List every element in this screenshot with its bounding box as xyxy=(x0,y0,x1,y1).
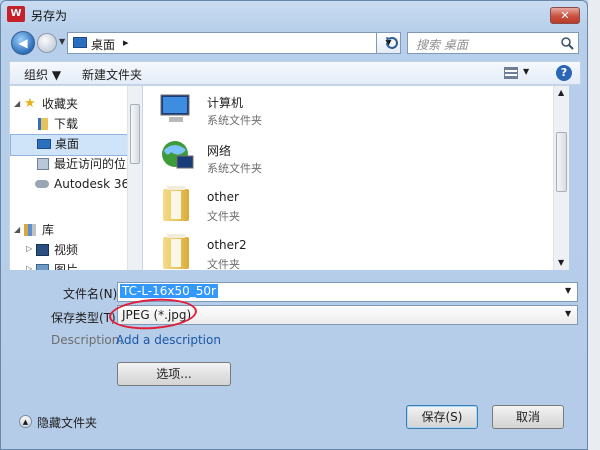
folder-icon xyxy=(163,234,189,269)
file-list-scrollbar[interactable]: ▲ ▼ xyxy=(553,86,569,270)
sidebar-item-pictures[interactable]: 图片 xyxy=(10,260,142,270)
list-item[interactable]: other2 文件夹 xyxy=(153,234,453,270)
filename-field[interactable]: TC-L-16x50_50r ▼ xyxy=(117,282,578,302)
list-item[interactable]: other 文件夹 xyxy=(153,186,453,226)
new-folder-button[interactable]: 新建文件夹 xyxy=(82,66,142,83)
library-icon xyxy=(24,224,36,236)
sidebar-scrollbar[interactable] xyxy=(127,86,142,270)
window-title: 另存为 xyxy=(31,9,68,23)
options-button[interactable]: 选项... xyxy=(117,362,231,386)
file-name: 计算机 xyxy=(207,96,244,110)
scroll-up-icon[interactable]: ▲ xyxy=(558,88,564,97)
star-icon: ★ xyxy=(24,96,36,111)
history-dropdown-icon[interactable]: ▼ xyxy=(59,37,65,46)
sidebar-scroll-thumb[interactable] xyxy=(130,104,140,164)
address-bar[interactable]: 桌面 ▸ xyxy=(67,32,377,54)
search-box[interactable]: 搜索 桌面 xyxy=(407,32,579,54)
list-item[interactable]: 计算机 系统文件夹 xyxy=(153,90,453,130)
sidebar-item-label: 桌面 xyxy=(55,137,80,151)
sidebar-item-label: 最近访问的位置 xyxy=(54,157,139,171)
file-name: other xyxy=(207,190,239,204)
file-name: 网络 xyxy=(207,144,232,158)
navigation-pane: ◢ ★ 收藏夹 下载 桌面 最近访问的位置 Autodesk 360 ◢ 库 ▷ xyxy=(9,85,142,270)
sidebar-item-label: 收藏夹 xyxy=(42,97,79,111)
sidebar-item-autodesk[interactable]: Autodesk 360 xyxy=(10,174,142,194)
view-dropdown-icon[interactable]: ▼ xyxy=(523,67,529,76)
scroll-down-icon[interactable]: ▼ xyxy=(558,258,564,267)
refresh-icon xyxy=(386,37,398,49)
file-list: 计算机 系统文件夹 网络 系统文件夹 other 文件夹 other2 文件夹 … xyxy=(142,85,569,270)
sidebar-item-label: 库 xyxy=(42,223,55,237)
file-type: 文件夹 xyxy=(207,258,240,270)
help-icon[interactable]: ? xyxy=(556,65,572,81)
filename-dropdown-icon[interactable]: ▼ xyxy=(565,286,571,295)
filename-value[interactable]: TC-L-16x50_50r xyxy=(120,284,218,298)
sidebar-item-label: Autodesk 360 xyxy=(54,177,137,191)
organize-button[interactable]: 组织 ▼ xyxy=(24,66,61,83)
background-strip xyxy=(588,0,600,450)
filename-label: 文件名(N): xyxy=(63,287,122,301)
folder-icon xyxy=(163,186,189,221)
recent-places-icon xyxy=(37,158,49,170)
file-name: other2 xyxy=(207,238,247,252)
forward-button[interactable] xyxy=(37,33,57,53)
list-item[interactable]: 网络 系统文件夹 xyxy=(153,138,453,178)
sidebar-item-videos[interactable]: 视频 xyxy=(10,240,142,260)
view-options-icon[interactable] xyxy=(504,67,518,79)
hide-folders-toggle[interactable]: ▲ 隐藏文件夹 xyxy=(19,413,119,431)
sidebar-item-label: 视频 xyxy=(54,243,79,257)
filetype-dropdown-icon[interactable]: ▼ xyxy=(565,309,571,318)
desktop-icon xyxy=(73,37,87,48)
video-icon xyxy=(36,244,49,256)
back-button[interactable]: ◀ xyxy=(11,31,35,55)
hide-folders-label: 隐藏文件夹 xyxy=(37,416,98,430)
sidebar-item-library[interactable]: 库 xyxy=(10,220,142,240)
picture-icon xyxy=(36,264,49,270)
file-type: 文件夹 xyxy=(207,210,240,223)
collapse-arrow-icon: ▲ xyxy=(19,415,32,428)
sidebar-item-label: 下载 xyxy=(54,117,79,131)
close-button[interactable]: ✕ xyxy=(550,7,580,24)
search-input[interactable]: 搜索 桌面 xyxy=(416,36,468,53)
download-folder-icon xyxy=(38,118,48,130)
search-icon[interactable] xyxy=(560,36,574,50)
add-description-link[interactable]: Add a description xyxy=(116,333,221,347)
app-icon: W xyxy=(7,6,25,22)
sidebar-item-desktop[interactable]: 桌面 xyxy=(10,134,142,156)
file-type: 系统文件夹 xyxy=(207,162,262,175)
address-path-current[interactable]: 桌面 xyxy=(91,36,115,53)
sidebar-item-label: 图片 xyxy=(54,263,79,270)
save-button[interactable]: 保存(S) xyxy=(406,405,478,429)
title-bar: W 另存为 ✕ xyxy=(1,1,589,27)
file-list-scroll-thumb[interactable] xyxy=(556,132,567,192)
sidebar-item-favorites[interactable]: ★ 收藏夹 xyxy=(10,94,142,114)
network-icon xyxy=(162,141,194,169)
computer-icon xyxy=(160,94,190,122)
sidebar-item-downloads[interactable]: 下载 xyxy=(10,114,142,134)
sidebar-item-recent[interactable]: 最近访问的位置 xyxy=(10,154,142,174)
breadcrumb-chevron-icon[interactable]: ▸ xyxy=(123,36,129,49)
toolbar: 组织 ▼ 新建文件夹 ▼ ? xyxy=(9,61,581,85)
description-label: Description: xyxy=(51,333,124,347)
cloud-icon xyxy=(35,180,49,188)
save-as-dialog: W 另存为 ✕ ◀ ▼ 桌面 ▸ ▼ 搜索 桌面 组织 ▼ 新建文件夹 ▼ ? … xyxy=(0,0,588,450)
refresh-button[interactable] xyxy=(381,32,403,54)
cancel-button[interactable]: 取消 xyxy=(492,405,564,429)
file-type: 系统文件夹 xyxy=(207,114,262,127)
desktop-icon xyxy=(37,139,51,149)
